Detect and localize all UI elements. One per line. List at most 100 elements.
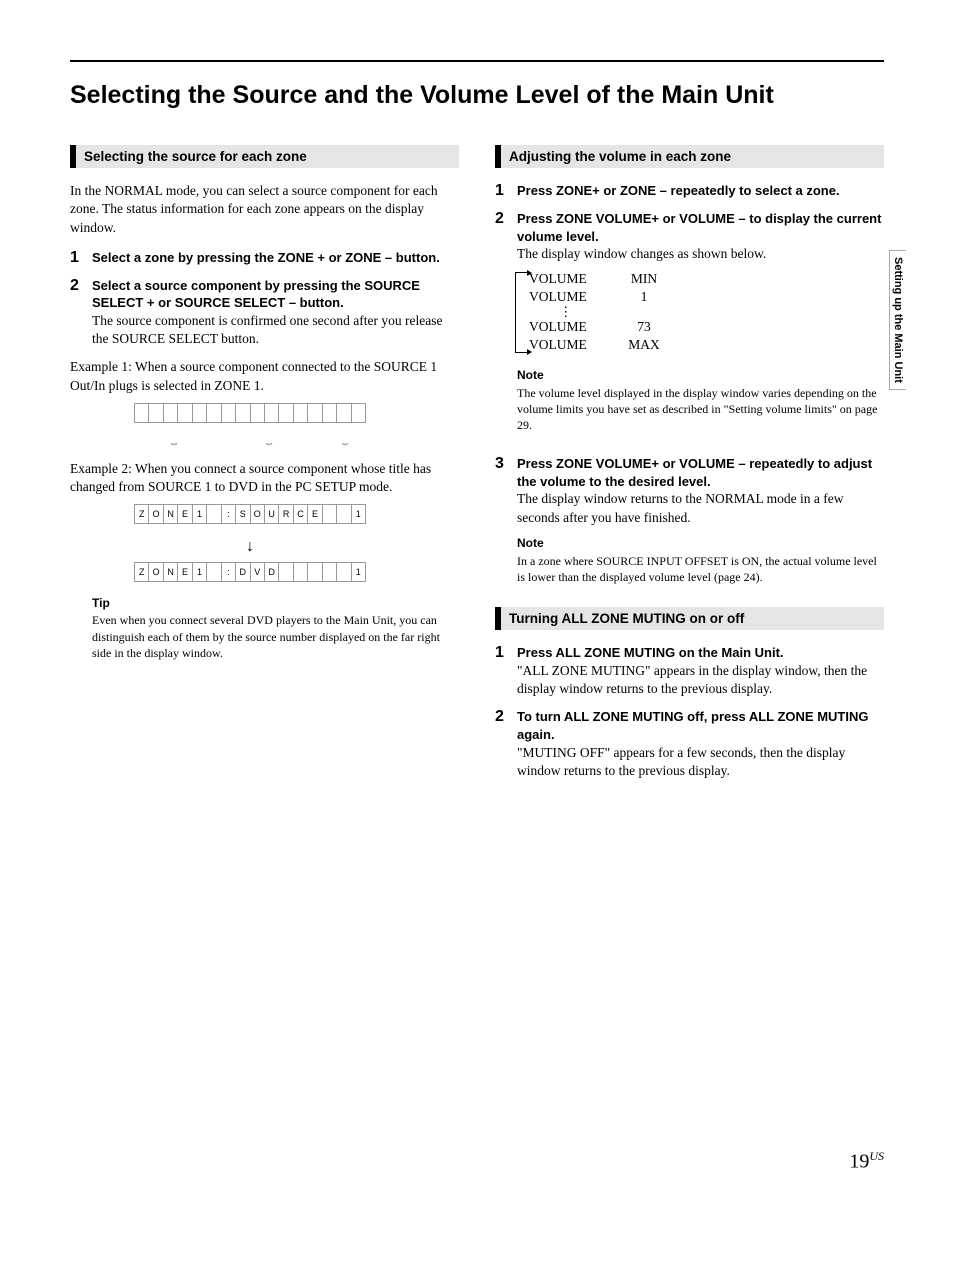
step-number: 2	[495, 210, 517, 445]
lcd-display-2b: ZONE1:DVD1	[134, 562, 366, 582]
lcd-cell: S	[235, 504, 250, 524]
lcd-cell: E	[307, 504, 322, 524]
example-2: Example 2: When you connect a source com…	[70, 460, 459, 496]
lcd-cell	[192, 403, 207, 423]
step-instruction: Press ZONE VOLUME+ or VOLUME – repeatedl…	[517, 455, 884, 490]
lcd-cell	[336, 562, 351, 582]
page-number-suffix: US	[869, 1149, 884, 1163]
lcd-cell	[322, 403, 337, 423]
lcd-display-1	[134, 403, 366, 423]
tip-body: Even when you connect several DVD player…	[92, 612, 459, 661]
lcd-cell	[278, 562, 293, 582]
lcd-cell	[206, 403, 221, 423]
lcd-cell: 1	[351, 504, 366, 524]
step-1: 1 Press ZONE+ or ZONE – repeatedly to se…	[495, 182, 884, 200]
lcd-cell	[278, 403, 293, 423]
lcd-cell	[336, 403, 351, 423]
lcd-cell	[235, 403, 250, 423]
section-heading: Selecting the source for each zone	[70, 145, 459, 168]
lcd-cell	[322, 562, 337, 582]
lcd-cell: N	[163, 562, 178, 582]
step-instruction: To turn ALL ZONE MUTING off, press ALL Z…	[517, 708, 884, 743]
note-body: The volume level displayed in the displa…	[517, 385, 884, 434]
page-number: 19US	[849, 1149, 884, 1174]
lcd-braces: ⏟⏟⏟	[134, 433, 366, 446]
step-number: 2	[70, 277, 92, 349]
lcd-cell: 1	[351, 562, 366, 582]
lcd-cell	[177, 403, 192, 423]
lcd-cell: O	[148, 504, 163, 524]
section-heading: Adjusting the volume in each zone	[495, 145, 884, 168]
volume-table: VOLUMEMIN VOLUME1 ⋮ VOLUME73 VOLUMEMAX	[529, 270, 884, 355]
lcd-cell: N	[163, 504, 178, 524]
step-number: 1	[495, 644, 517, 698]
step-instruction: Select a source component by pressing th…	[92, 277, 459, 312]
lcd-cell	[336, 504, 351, 524]
step-instruction: Select a zone by pressing the ZONE + or …	[92, 249, 459, 267]
lcd-cell	[221, 403, 236, 423]
lcd-cell: R	[278, 504, 293, 524]
lcd-cell	[163, 403, 178, 423]
lcd-display-2a: ZONE1:SOURCE1	[134, 504, 366, 524]
step-instruction: Press ZONE+ or ZONE – repeatedly to sele…	[517, 182, 884, 200]
lcd-cell	[293, 403, 308, 423]
lcd-cell: Z	[134, 504, 149, 524]
lcd-cell	[293, 562, 308, 582]
lcd-cell: :	[221, 504, 236, 524]
lcd-cell	[322, 504, 337, 524]
page-title: Selecting the Source and the Volume Leve…	[70, 80, 884, 111]
top-rule	[70, 60, 884, 62]
volume-value: 73	[619, 318, 669, 336]
step-3: 3 Press ZONE VOLUME+ or VOLUME – repeate…	[495, 455, 884, 597]
volume-label: VOLUME	[529, 288, 619, 306]
step-detail: "ALL ZONE MUTING" appears in the display…	[517, 662, 884, 698]
lcd-cell	[206, 504, 221, 524]
note-heading: Note	[517, 367, 884, 383]
lcd-cell	[206, 562, 221, 582]
step-1: 1 Press ALL ZONE MUTING on the Main Unit…	[495, 644, 884, 698]
lcd-cell: D	[264, 562, 279, 582]
step-number: 3	[495, 455, 517, 597]
step-detail: The source component is confirmed one se…	[92, 312, 459, 348]
step-instruction: Press ALL ZONE MUTING on the Main Unit.	[517, 644, 884, 662]
step-2: 2 Select a source component by pressing …	[70, 277, 459, 349]
example-1: Example 1: When a source component conne…	[70, 358, 459, 394]
loop-bracket-icon	[515, 272, 528, 353]
lcd-cell	[264, 403, 279, 423]
volume-label: VOLUME	[529, 270, 619, 288]
step-number: 1	[70, 249, 92, 267]
vertical-ellipsis-icon: ⋮	[529, 306, 884, 318]
volume-label: VOLUME	[529, 336, 619, 354]
lcd-cell	[250, 403, 265, 423]
note-body: In a zone where SOURCE INPUT OFFSET is O…	[517, 553, 884, 585]
step-2: 2 Press ZONE VOLUME+ or VOLUME – to disp…	[495, 210, 884, 445]
step-detail: "MUTING OFF" appears for a few seconds, …	[517, 744, 884, 780]
lcd-cell	[351, 403, 366, 423]
tip-heading: Tip	[92, 596, 459, 610]
lcd-cell: :	[221, 562, 236, 582]
section-heading: Turning ALL ZONE MUTING on or off	[495, 607, 884, 630]
down-arrow-icon: ↓	[134, 538, 366, 556]
volume-value: 1	[619, 288, 669, 306]
volume-label: VOLUME	[529, 318, 619, 336]
note-heading: Note	[517, 535, 884, 551]
right-column: Adjusting the volume in each zone 1 Pres…	[495, 145, 884, 790]
lcd-cell: D	[235, 562, 250, 582]
lcd-cell: V	[250, 562, 265, 582]
lcd-cell: E	[177, 504, 192, 524]
lcd-cell: O	[148, 562, 163, 582]
lcd-cell	[307, 403, 322, 423]
tip-block: Tip Even when you connect several DVD pl…	[92, 596, 459, 661]
lcd-cell: 1	[192, 562, 207, 582]
lcd-cell: C	[293, 504, 308, 524]
side-tab: Setting up the Main Unit	[889, 250, 906, 390]
intro-paragraph: In the NORMAL mode, you can select a sou…	[70, 182, 459, 237]
volume-value: MAX	[619, 336, 669, 354]
step-2: 2 To turn ALL ZONE MUTING off, press ALL…	[495, 708, 884, 780]
step-number: 2	[495, 708, 517, 780]
lcd-cell: Z	[134, 562, 149, 582]
lcd-cell: O	[250, 504, 265, 524]
page: Selecting the Source and the Volume Leve…	[0, 0, 954, 1200]
content-columns: Selecting the source for each zone In th…	[70, 145, 884, 790]
lcd-cell	[148, 403, 163, 423]
